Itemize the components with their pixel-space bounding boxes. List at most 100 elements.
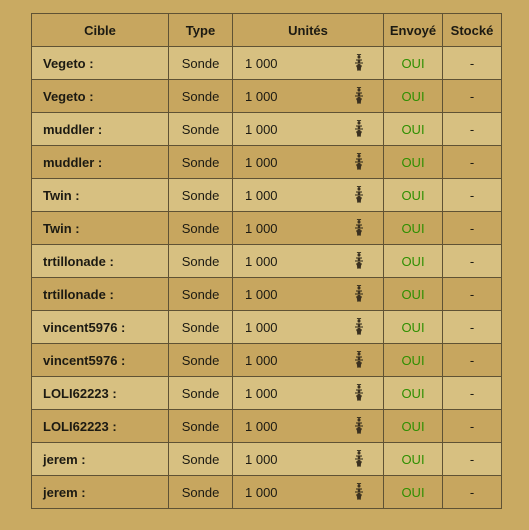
envoye-cell: OUI bbox=[383, 211, 443, 245]
stocke-cell: - bbox=[442, 376, 502, 410]
type-cell: Sonde bbox=[168, 145, 233, 179]
unites-value: 1 000 bbox=[245, 154, 278, 170]
ant-icon bbox=[353, 218, 365, 237]
cible-cell: muddler : bbox=[31, 145, 169, 179]
envoye-cell: OUI bbox=[383, 178, 443, 212]
header-type: Type bbox=[168, 13, 233, 47]
unites-cell: 1 000 bbox=[232, 277, 384, 311]
stocke-cell: - bbox=[442, 145, 502, 179]
type-cell: Sonde bbox=[168, 277, 233, 311]
envoye-cell: OUI bbox=[383, 376, 443, 410]
table-row: Twin : Sonde 1 000 OUI - bbox=[31, 211, 502, 245]
type-cell: Sonde bbox=[168, 46, 233, 80]
table-row: muddler : Sonde 1 000 OUI - bbox=[31, 145, 502, 179]
envoye-cell: OUI bbox=[383, 145, 443, 179]
stocke-cell: - bbox=[442, 244, 502, 278]
envoye-cell: OUI bbox=[383, 442, 443, 476]
unites-value: 1 000 bbox=[245, 187, 278, 203]
stocke-cell: - bbox=[442, 112, 502, 146]
unites-value: 1 000 bbox=[245, 484, 278, 500]
type-cell: Sonde bbox=[168, 343, 233, 377]
table-row: Vegeto : Sonde 1 000 OUI - bbox=[31, 46, 502, 80]
dispatch-table: Cible Type Unités Envoyé Stocké Vegeto :… bbox=[31, 13, 502, 509]
header-stocke: Stocké bbox=[442, 13, 502, 47]
type-cell: Sonde bbox=[168, 376, 233, 410]
cible-cell: LOLI62223 : bbox=[31, 409, 169, 443]
table-row: trtillonade : Sonde 1 000 OUI - bbox=[31, 277, 502, 311]
type-cell: Sonde bbox=[168, 79, 233, 113]
table-body: Vegeto : Sonde 1 000 OUI - Vegeto : Sonde 1 000… bbox=[31, 46, 502, 509]
ant-icon bbox=[353, 482, 365, 501]
envoye-cell: OUI bbox=[383, 79, 443, 113]
results-panel: Cible Type Unités Envoyé Stocké Vegeto :… bbox=[31, 13, 502, 509]
cible-cell: LOLI62223 : bbox=[31, 376, 169, 410]
table-row: Twin : Sonde 1 000 OUI - bbox=[31, 178, 502, 212]
cible-cell: Vegeto : bbox=[31, 79, 169, 113]
ant-icon bbox=[353, 86, 365, 105]
table-header-row: Cible Type Unités Envoyé Stocké bbox=[31, 13, 502, 47]
table-row: jerem : Sonde 1 000 OUI - bbox=[31, 475, 502, 509]
type-cell: Sonde bbox=[168, 310, 233, 344]
unites-cell: 1 000 bbox=[232, 145, 384, 179]
stocke-cell: - bbox=[442, 79, 502, 113]
unites-value: 1 000 bbox=[245, 220, 278, 236]
type-cell: Sonde bbox=[168, 442, 233, 476]
ant-icon bbox=[353, 251, 365, 270]
unites-value: 1 000 bbox=[245, 451, 278, 467]
type-cell: Sonde bbox=[168, 211, 233, 245]
type-cell: Sonde bbox=[168, 409, 233, 443]
cible-cell: Twin : bbox=[31, 211, 169, 245]
unites-value: 1 000 bbox=[245, 55, 278, 71]
ant-icon bbox=[353, 449, 365, 468]
unites-value: 1 000 bbox=[245, 352, 278, 368]
envoye-cell: OUI bbox=[383, 46, 443, 80]
stocke-cell: - bbox=[442, 475, 502, 509]
ant-icon bbox=[353, 416, 365, 435]
table-row: trtillonade : Sonde 1 000 OUI - bbox=[31, 244, 502, 278]
envoye-cell: OUI bbox=[383, 310, 443, 344]
cible-cell: trtillonade : bbox=[31, 244, 169, 278]
unites-cell: 1 000 bbox=[232, 211, 384, 245]
envoye-cell: OUI bbox=[383, 244, 443, 278]
table-row: LOLI62223 : Sonde 1 000 OUI - bbox=[31, 376, 502, 410]
table-row: jerem : Sonde 1 000 OUI - bbox=[31, 442, 502, 476]
header-envoye: Envoyé bbox=[383, 13, 443, 47]
unites-cell: 1 000 bbox=[232, 310, 384, 344]
unites-cell: 1 000 bbox=[232, 46, 384, 80]
stocke-cell: - bbox=[442, 277, 502, 311]
unites-value: 1 000 bbox=[245, 253, 278, 269]
unites-cell: 1 000 bbox=[232, 409, 384, 443]
unites-cell: 1 000 bbox=[232, 178, 384, 212]
cible-cell: Twin : bbox=[31, 178, 169, 212]
ant-icon bbox=[353, 350, 365, 369]
ant-icon bbox=[353, 119, 365, 138]
envoye-cell: OUI bbox=[383, 112, 443, 146]
envoye-cell: OUI bbox=[383, 475, 443, 509]
cible-cell: vincent5976 : bbox=[31, 343, 169, 377]
unites-value: 1 000 bbox=[245, 286, 278, 302]
stocke-cell: - bbox=[442, 211, 502, 245]
cible-cell: muddler : bbox=[31, 112, 169, 146]
unites-cell: 1 000 bbox=[232, 112, 384, 146]
header-cible: Cible bbox=[31, 13, 169, 47]
unites-value: 1 000 bbox=[245, 319, 278, 335]
unites-value: 1 000 bbox=[245, 418, 278, 434]
stocke-cell: - bbox=[442, 46, 502, 80]
stocke-cell: - bbox=[442, 409, 502, 443]
unites-value: 1 000 bbox=[245, 385, 278, 401]
unites-cell: 1 000 bbox=[232, 343, 384, 377]
envoye-cell: OUI bbox=[383, 409, 443, 443]
unites-cell: 1 000 bbox=[232, 442, 384, 476]
ant-icon bbox=[353, 152, 365, 171]
envoye-cell: OUI bbox=[383, 277, 443, 311]
cible-cell: jerem : bbox=[31, 442, 169, 476]
table-row: Vegeto : Sonde 1 000 OUI - bbox=[31, 79, 502, 113]
ant-icon bbox=[353, 317, 365, 336]
ant-icon bbox=[353, 53, 365, 72]
unites-value: 1 000 bbox=[245, 121, 278, 137]
unites-cell: 1 000 bbox=[232, 376, 384, 410]
type-cell: Sonde bbox=[168, 112, 233, 146]
type-cell: Sonde bbox=[168, 475, 233, 509]
stocke-cell: - bbox=[442, 343, 502, 377]
table-row: LOLI62223 : Sonde 1 000 OUI - bbox=[31, 409, 502, 443]
